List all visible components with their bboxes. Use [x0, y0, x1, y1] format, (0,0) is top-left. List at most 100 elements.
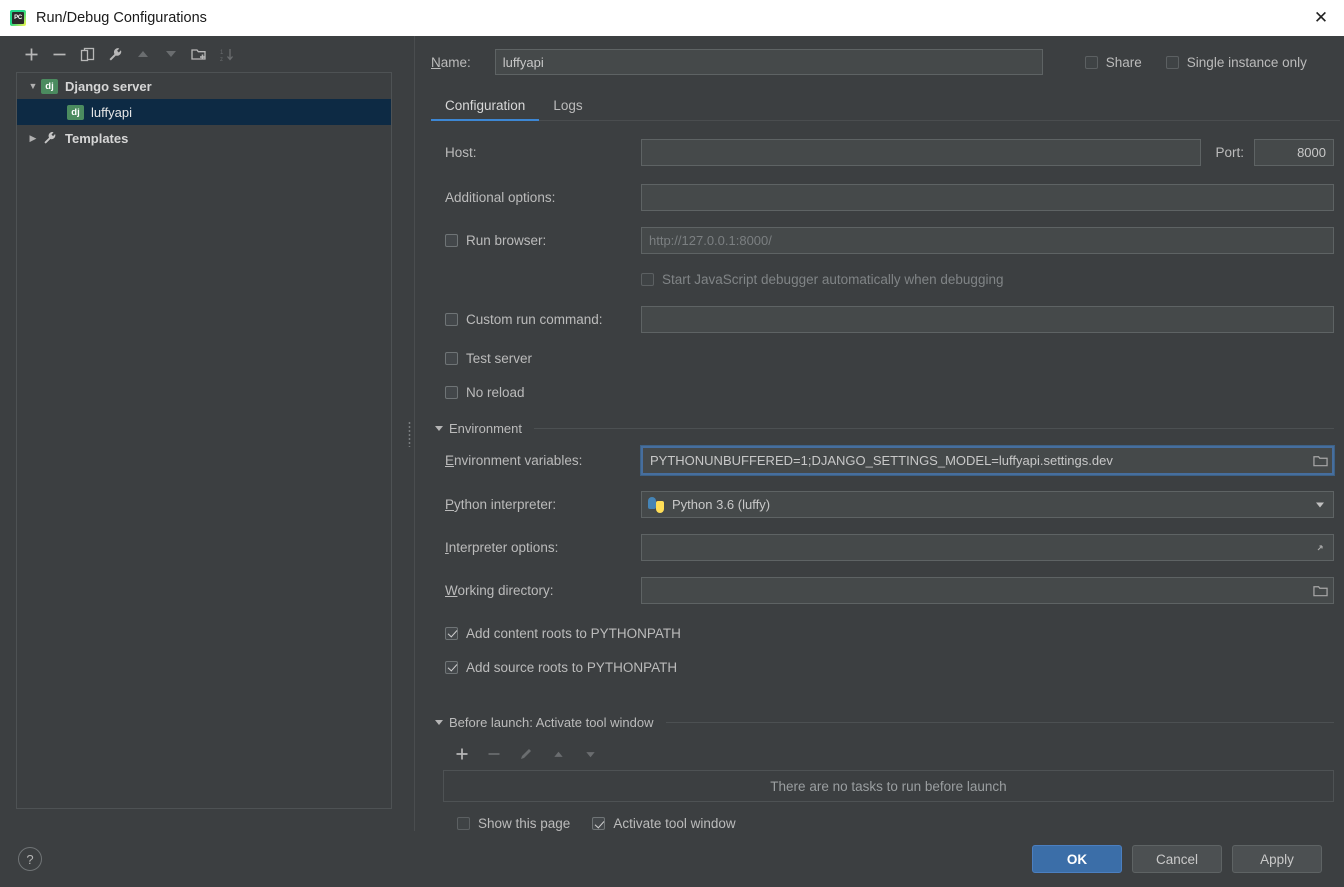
start-js-debugger-label: Start JavaScript debugger automatically …: [662, 271, 1004, 287]
bl-move-down-button[interactable]: [577, 742, 603, 766]
splitter-grip-icon: [407, 420, 411, 447]
svg-text:z: z: [220, 57, 223, 62]
bl-add-task-button[interactable]: [449, 742, 475, 766]
panel-splitter[interactable]: [404, 36, 414, 831]
start-js-debugger-checkbox[interactable]: Start JavaScript debugger automatically …: [641, 272, 1003, 287]
bl-remove-task-button[interactable]: [481, 742, 507, 766]
tree-item-django-server[interactable]: ▼ dj Django server: [17, 73, 391, 99]
port-input[interactable]: 8000: [1254, 139, 1334, 166]
single-instance-label: Single instance only: [1186, 54, 1307, 70]
content-area: 1 z ▼ dj Django server dj luffyapi ▶ Tem…: [0, 36, 1344, 831]
expand-icon[interactable]: [1308, 536, 1332, 560]
new-folder-button[interactable]: [186, 42, 212, 66]
checkbox-box: [445, 351, 458, 365]
tree-item-label: luffyapi: [91, 104, 132, 120]
move-down-button[interactable]: [158, 42, 184, 66]
no-reload-checkbox[interactable]: No reload: [431, 385, 525, 400]
python-interpreter-label: Python interpreter:: [445, 497, 557, 512]
single-instance-checkbox[interactable]: Single instance only: [1165, 54, 1307, 70]
additional-options-label: Additional options:: [445, 190, 556, 205]
additional-options-input[interactable]: [641, 184, 1334, 211]
chevron-down-icon[interactable]: ▼: [25, 81, 41, 91]
share-checkbox[interactable]: Share: [1084, 54, 1142, 70]
configurations-panel: 1 z ▼ dj Django server dj luffyapi ▶ Tem…: [0, 36, 404, 831]
add-content-roots-label: Add content roots to PYTHONPATH: [466, 625, 681, 641]
name-row: Name: luffyapi Share Single instance onl…: [421, 36, 1344, 88]
working-directory-input[interactable]: [641, 577, 1334, 604]
add-source-roots-label: Add source roots to PYTHONPATH: [466, 659, 678, 675]
checkbox-box: [457, 817, 470, 830]
show-this-page-label: Show this page: [478, 816, 571, 831]
configurations-toolbar: 1 z: [0, 36, 404, 72]
help-icon[interactable]: ?: [18, 847, 42, 871]
run-browser-checkbox[interactable]: Run browser:: [431, 233, 641, 248]
environment-section-header[interactable]: Environment: [435, 421, 1334, 436]
host-input[interactable]: [641, 139, 1202, 166]
name-label: Name:: [431, 54, 471, 70]
close-icon[interactable]: ✕: [1298, 0, 1344, 36]
window-title: Run/Debug Configurations: [36, 10, 207, 26]
before-launch-task-list[interactable]: There are no tasks to run before launch: [443, 770, 1334, 802]
add-configuration-button[interactable]: [18, 42, 44, 66]
remove-configuration-button[interactable]: [46, 42, 72, 66]
run-browser-url-input[interactable]: http://127.0.0.1:8000/: [641, 227, 1334, 254]
wrench-icon[interactable]: [102, 42, 128, 66]
chevron-down-icon: [435, 426, 443, 431]
browse-folder-icon[interactable]: [1308, 449, 1332, 473]
checkbox-box: [1084, 55, 1098, 69]
tree-item-luffyapi[interactable]: dj luffyapi: [17, 99, 391, 125]
test-server-checkbox[interactable]: Test server: [431, 351, 532, 366]
window-titlebar: Run/Debug Configurations ✕: [0, 0, 1344, 36]
custom-run-command-label: Custom run command:: [466, 312, 603, 327]
python-interpreter-dropdown[interactable]: Python 3.6 (luffy): [641, 491, 1334, 518]
copy-configuration-button[interactable]: [74, 42, 100, 66]
wrench-icon: [41, 131, 58, 145]
before-launch-options: Show this page Activate tool window: [431, 802, 1334, 831]
tree-item-label: Templates: [65, 130, 129, 146]
configuration-editor-panel: Name: luffyapi Share Single instance onl…: [414, 36, 1344, 831]
configurations-tree[interactable]: ▼ dj Django server dj luffyapi ▶ Templat…: [16, 72, 392, 809]
checkbox-box: [445, 385, 458, 399]
show-this-page-checkbox[interactable]: Show this page: [457, 816, 570, 831]
environment-variables-input[interactable]: PYTHONUNBUFFERED=1;DJANGO_SETTINGS_MODEL…: [640, 445, 1335, 476]
cancel-button[interactable]: Cancel: [1132, 845, 1222, 873]
apply-button[interactable]: Apply: [1232, 845, 1322, 873]
ok-button[interactable]: OK: [1032, 845, 1122, 873]
sort-configurations-button[interactable]: 1 z: [214, 42, 240, 66]
checkbox-box: [445, 313, 458, 326]
section-divider: [533, 428, 1334, 429]
tree-item-label: Django server: [65, 78, 152, 94]
tree-item-templates[interactable]: ▶ Templates: [17, 125, 391, 151]
bl-edit-task-button[interactable]: [513, 742, 539, 766]
environment-variables-label: Environment variables:: [445, 453, 583, 468]
name-input[interactable]: luffyapi: [494, 49, 1043, 75]
add-content-roots-checkbox[interactable]: Add content roots to PYTHONPATH: [431, 626, 681, 641]
django-icon: dj: [67, 104, 84, 120]
browse-folder-icon[interactable]: [1308, 579, 1332, 603]
django-icon: dj: [41, 78, 58, 94]
custom-run-command-checkbox[interactable]: Custom run command:: [431, 312, 641, 327]
checkbox-box: [641, 272, 654, 286]
checkbox-box: [1165, 55, 1179, 69]
checkbox-box: [592, 817, 606, 830]
chevron-down-icon: [435, 720, 443, 725]
bl-move-up-button[interactable]: [545, 742, 571, 766]
checkbox-box: [445, 660, 458, 674]
section-divider: [665, 722, 1334, 723]
before-launch-section: Before launch: Activate tool window Ther…: [421, 701, 1344, 831]
move-up-button[interactable]: [130, 42, 156, 66]
share-label: Share: [1105, 54, 1142, 70]
tab-bar: Configuration Logs: [421, 88, 1344, 121]
python-interpreter-value: Python 3.6 (luffy): [672, 497, 771, 512]
before-launch-header[interactable]: Before launch: Activate tool window: [435, 715, 1334, 730]
activate-tool-window-checkbox[interactable]: Activate tool window: [592, 816, 736, 831]
chevron-right-icon[interactable]: ▶: [25, 133, 41, 144]
tab-configuration[interactable]: Configuration: [431, 98, 540, 121]
custom-run-command-input[interactable]: [641, 306, 1334, 333]
tab-logs[interactable]: Logs: [539, 98, 596, 120]
add-source-roots-checkbox[interactable]: Add source roots to PYTHONPATH: [431, 660, 677, 675]
no-reload-label: No reload: [466, 384, 525, 400]
dialog-buttons: OK Cancel Apply: [1032, 845, 1322, 873]
working-directory-label: Working directory:: [445, 583, 554, 598]
interpreter-options-input[interactable]: [641, 534, 1334, 561]
